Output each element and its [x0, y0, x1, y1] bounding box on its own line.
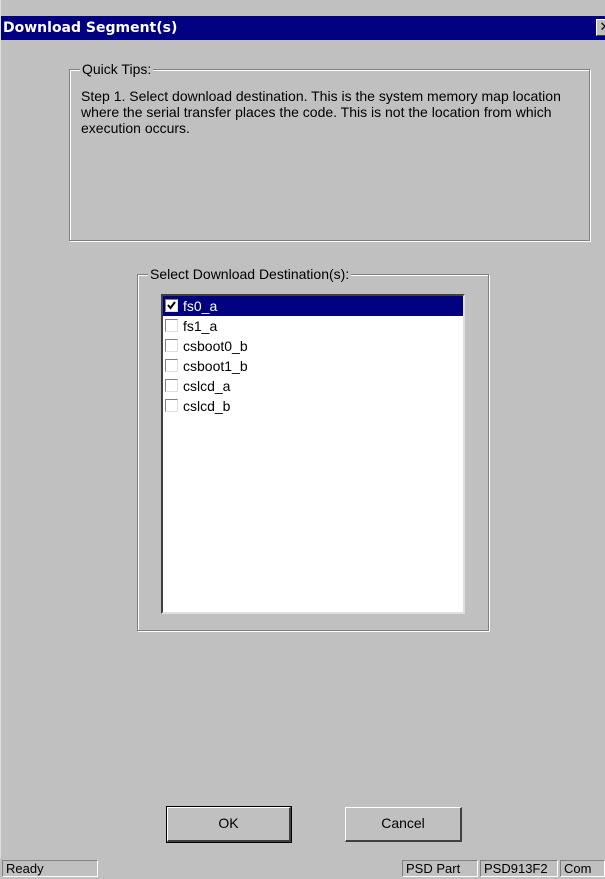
download-destination-legend: Select Download Destination(s): — [148, 266, 352, 282]
destination-label: fs0_a — [183, 298, 218, 314]
close-icon[interactable]: ✕ — [596, 19, 605, 36]
destination-listbox[interactable]: fs0_a fs1_a csboot0_b csboot1_b cslcd_a … — [161, 294, 465, 614]
checkbox[interactable] — [165, 339, 178, 352]
destination-label: cslcd_b — [183, 398, 231, 414]
quick-tips-text: Step 1. Select download destination. Thi… — [81, 88, 561, 136]
list-item-3[interactable]: csboot1_b — [163, 356, 463, 376]
list-item-1[interactable]: fs1_a — [163, 316, 463, 336]
status-text: Ready — [2, 860, 98, 877]
ok-button[interactable]: OK — [166, 806, 292, 843]
checkbox[interactable] — [165, 319, 178, 332]
checkbox[interactable] — [165, 379, 178, 392]
checkbox[interactable] — [165, 359, 178, 372]
list-item-5[interactable]: cslcd_b — [163, 396, 463, 416]
list-item-4[interactable]: cslcd_a — [163, 376, 463, 396]
checkmark-icon — [167, 301, 176, 310]
quick-tips-group: Quick Tips: Step 1. Select download dest… — [69, 61, 590, 241]
window-title: Download Segment(s) — [3, 20, 178, 36]
list-item-2[interactable]: csboot0_b — [163, 336, 463, 356]
download-segments-dialog: Download Segment(s) ✕ Quick Tips: Step 1… — [0, 0, 605, 858]
checkbox[interactable] — [165, 299, 178, 312]
status-bar: Ready PSD Part PSD913F2 Com — [0, 858, 605, 879]
destination-label: fs1_a — [183, 318, 218, 334]
psd-part-label: PSD Part — [402, 860, 478, 877]
destination-label: csboot1_b — [183, 358, 248, 374]
title-bar: Download Segment(s) ✕ — [1, 16, 605, 40]
destination-label: csboot0_b — [183, 338, 248, 354]
list-item-0[interactable]: fs0_a — [163, 296, 463, 316]
status-panel-com: Com — [560, 860, 605, 877]
quick-tips-legend: Quick Tips: — [80, 61, 154, 77]
checkbox[interactable] — [165, 399, 178, 412]
cancel-button[interactable]: Cancel — [345, 807, 462, 842]
psd-part-value: PSD913F2 — [480, 860, 558, 877]
destination-label: cslcd_a — [183, 378, 231, 394]
